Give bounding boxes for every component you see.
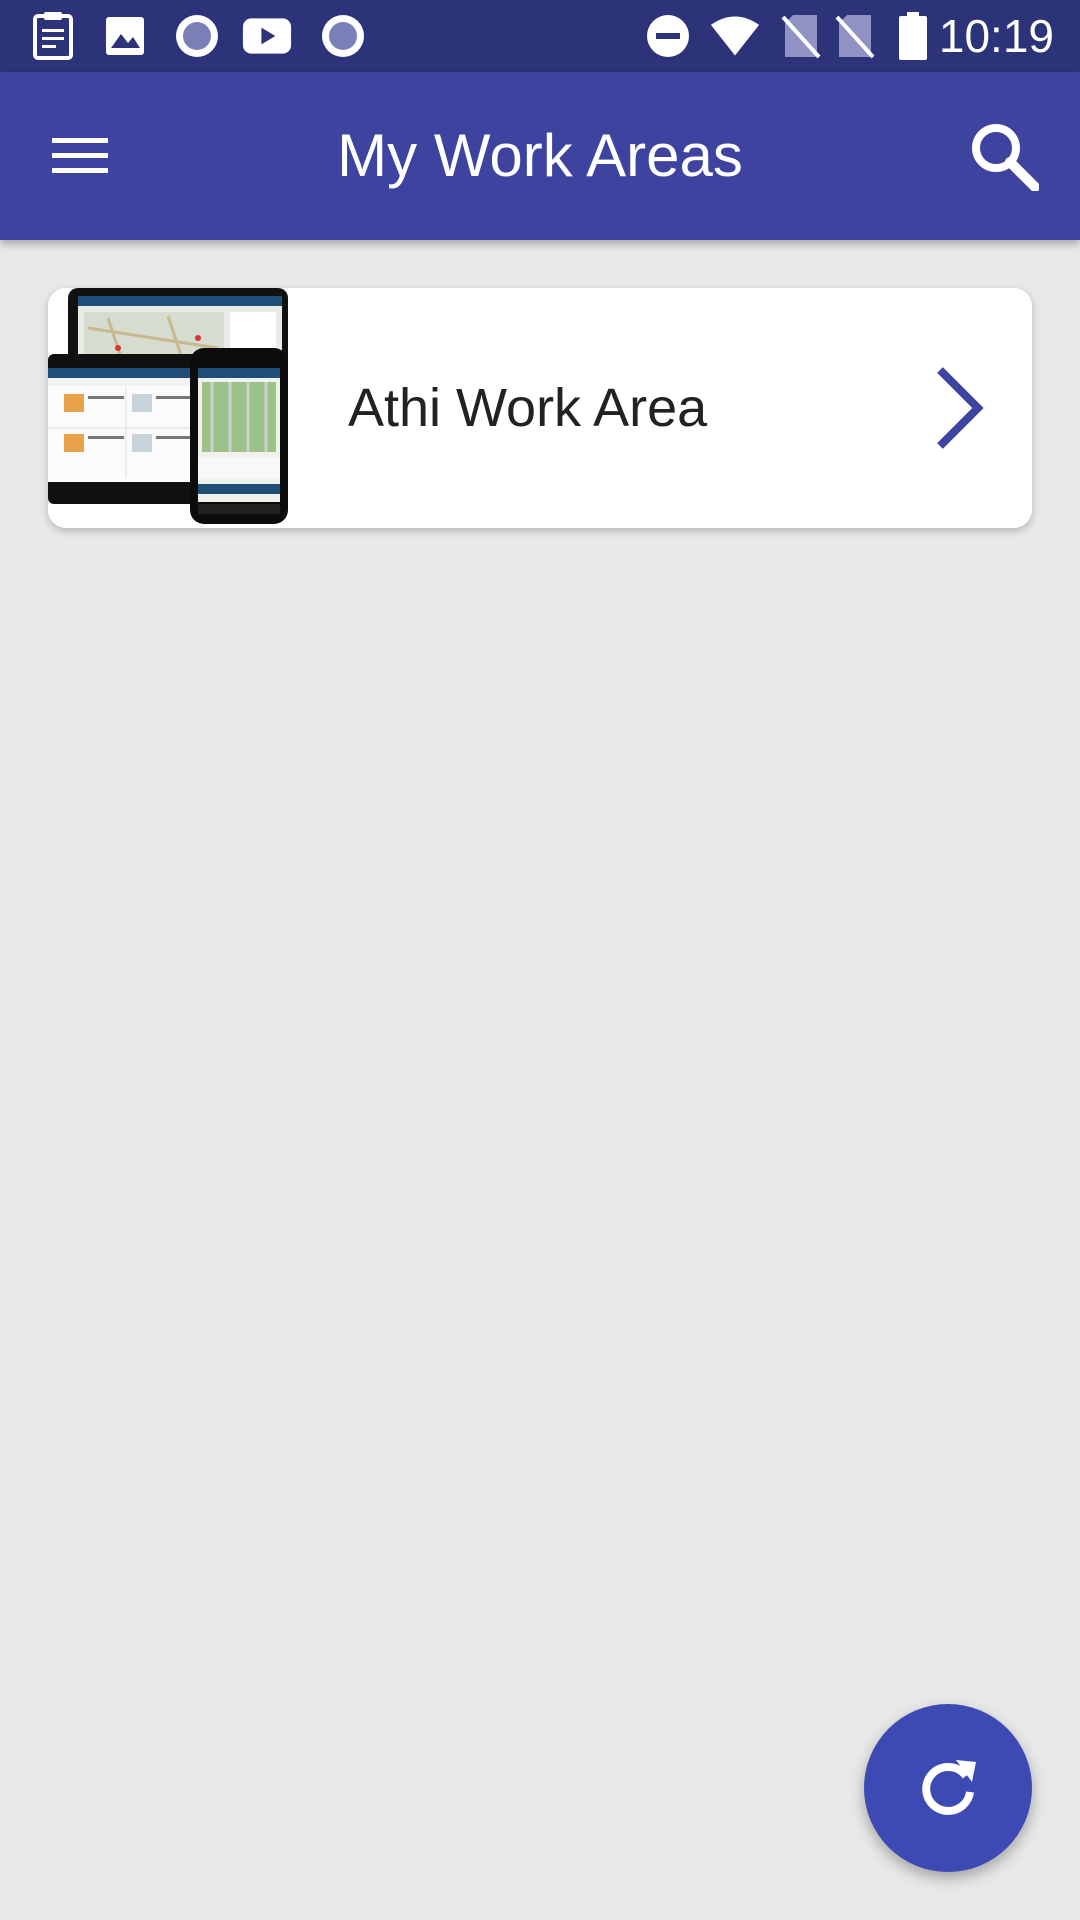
search-icon <box>972 124 1039 191</box>
radio-icon <box>172 12 222 60</box>
radio-icon <box>318 12 368 60</box>
chevron-right-icon <box>937 367 984 449</box>
clipboard-icon <box>28 12 78 60</box>
no-sim-icon <box>776 12 826 60</box>
refresh-icon <box>922 1760 976 1815</box>
refresh-button[interactable] <box>864 1704 1032 1872</box>
wifi-icon <box>710 12 760 60</box>
work-area-card[interactable]: Athi Work Area <box>48 288 1032 528</box>
app-bar: My Work Areas <box>0 72 1080 240</box>
work-area-name: Athi Work Area <box>348 378 708 438</box>
battery-icon <box>888 12 938 60</box>
no-sim-icon <box>830 12 880 60</box>
status-time: 10:19 <box>938 10 1054 62</box>
page-title: My Work Areas <box>337 122 743 189</box>
devices-map-thumbnail <box>48 288 288 528</box>
menu-icon <box>52 138 108 173</box>
youtube-icon <box>242 12 292 60</box>
do-not-disturb-icon <box>643 12 693 60</box>
menu-button[interactable] <box>44 120 116 192</box>
status-bar: 10:19 <box>0 0 1080 72</box>
image-icon <box>100 12 150 60</box>
search-button[interactable] <box>964 116 1044 196</box>
